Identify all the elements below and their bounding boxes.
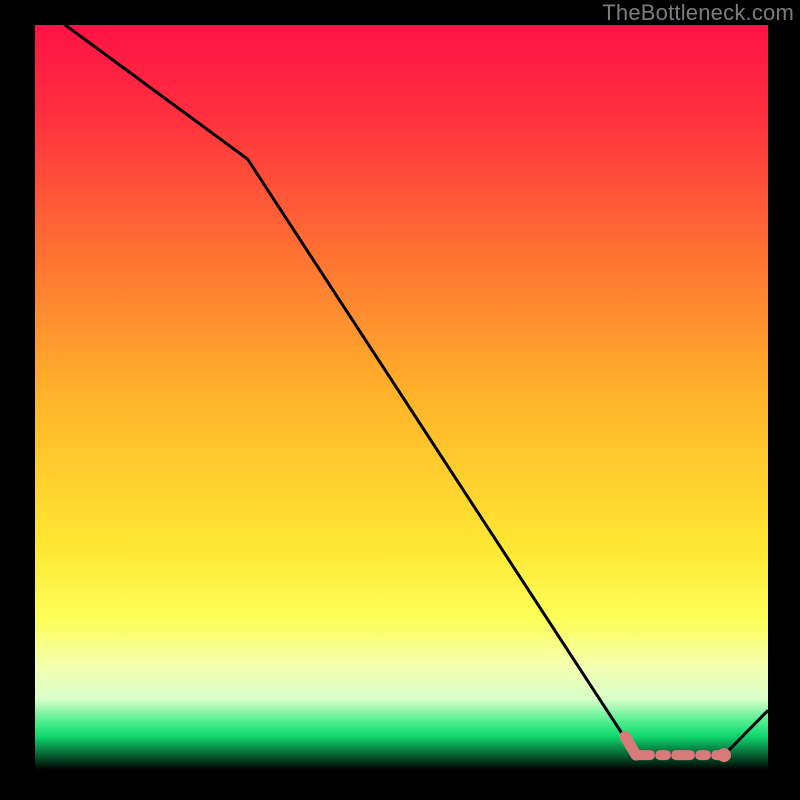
chart-stage: TheBottleneck.com [0, 0, 800, 800]
highlight-end-dot [717, 748, 731, 762]
bottleneck-chart [0, 0, 800, 800]
attribution-label: TheBottleneck.com [602, 0, 794, 26]
